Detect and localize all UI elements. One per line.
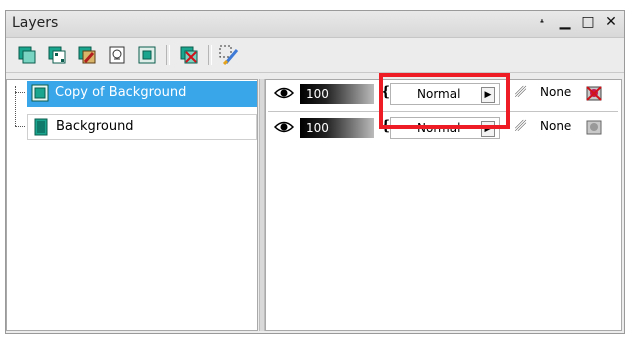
tree-connector [15,126,25,127]
layer-name: Copy of Background [55,85,187,100]
new-vector-layer-icon[interactable] [46,44,68,66]
pin-icon[interactable]: ˔ [535,14,549,30]
palette-titlebar[interactable]: Layers ˔ ▁ □ ✕ [6,11,624,38]
close-icon[interactable]: ✕ [604,14,618,30]
tree-connector [15,92,25,93]
new-art-media-layer-icon[interactable] [76,44,98,66]
delete-layer-icon[interactable] [178,44,200,66]
background-layer-icon [34,118,48,136]
link-set-icon: ␥ [515,119,527,135]
palette-title: Layers [12,15,59,31]
new-adjustment-layer-icon[interactable] [136,44,158,66]
layer-group-value: None [540,85,572,99]
annotation-highlight-box [379,73,510,129]
edit-selection-icon[interactable] [218,44,240,66]
visibility-eye-icon[interactable] [274,86,294,100]
minimize-icon[interactable]: ▁ [558,14,572,30]
layers-toolbar [6,38,624,73]
raster-layer-icon [31,84,49,102]
opacity-value: 100 [306,87,329,101]
opacity-value: 100 [306,121,329,135]
window-buttons: ˔ ▁ □ ✕ [535,14,618,30]
opacity-slider: 100 [300,118,374,138]
new-mask-layer-icon[interactable] [106,44,128,66]
layer-tree-pane: Copy of Background Background [6,79,258,331]
layer-row-background[interactable]: Background [27,114,257,140]
link-set-icon[interactable]: ␥ [515,85,526,101]
maximize-icon[interactable]: □ [581,14,595,30]
layer-row-copy-of-background[interactable]: Copy of Background [27,81,257,107]
lock-transparency-icon [586,120,602,135]
visibility-eye-icon[interactable] [274,120,294,134]
layer-group-value: None [540,119,572,133]
toolbar-separator [208,45,212,65]
opacity-slider[interactable]: 100 [300,84,374,104]
toolbar-separator [166,45,170,65]
lock-transparency-icon[interactable] [584,83,604,103]
layer-name: Background [56,119,134,134]
new-raster-layer-icon[interactable] [16,44,38,66]
